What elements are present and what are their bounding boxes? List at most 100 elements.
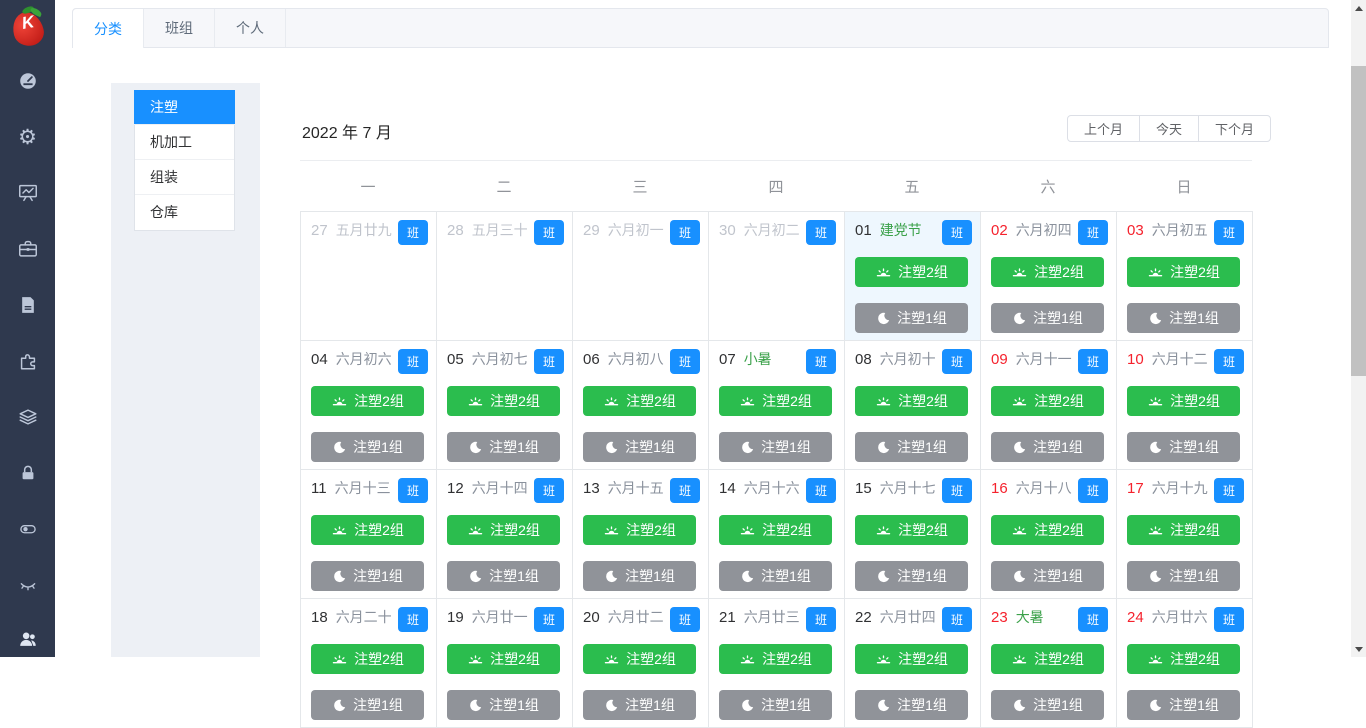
day-shift-button[interactable]: 注塑2组: [447, 644, 560, 675]
day-shift-button[interactable]: 注塑2组: [991, 257, 1104, 288]
day-shift-button[interactable]: 注塑2组: [719, 644, 832, 675]
day-shift-button[interactable]: 注塑2组: [1127, 257, 1240, 288]
shift-badge[interactable]: 班: [1078, 607, 1108, 632]
calendar-cell[interactable]: 01 建党节 班注塑2组 注塑1组: [845, 212, 981, 341]
shift-badge[interactable]: 班: [806, 220, 836, 245]
night-shift-button[interactable]: 注塑1组: [991, 432, 1104, 463]
shift-badge[interactable]: 班: [942, 607, 972, 632]
tab-分类[interactable]: 分类: [73, 9, 144, 48]
shift-badge[interactable]: 班: [534, 349, 564, 374]
prev-month-button[interactable]: 上个月: [1067, 115, 1141, 142]
night-shift-button[interactable]: 注塑1组: [583, 561, 696, 592]
shift-badge[interactable]: 班: [806, 607, 836, 632]
shift-badge[interactable]: 班: [398, 349, 428, 374]
shift-badge[interactable]: 班: [670, 607, 700, 632]
calendar-cell[interactable]: 21 六月廿三班注塑2组 注塑1组: [709, 599, 845, 728]
scroll-up-arrow-icon[interactable]: [1351, 0, 1366, 16]
calendar-cell[interactable]: 20 六月廿二班注塑2组 注塑1组: [573, 599, 709, 728]
night-shift-button[interactable]: 注塑1组: [991, 561, 1104, 592]
day-shift-button[interactable]: 注塑2组: [583, 644, 696, 675]
category-item-仓库[interactable]: 仓库: [135, 195, 234, 230]
scrollbar-thumb[interactable]: [1351, 66, 1366, 376]
day-shift-button[interactable]: 注塑2组: [991, 644, 1104, 675]
night-shift-button[interactable]: 注塑1组: [311, 432, 424, 463]
day-shift-button[interactable]: 注塑2组: [719, 515, 832, 546]
shift-badge[interactable]: 班: [1078, 478, 1108, 503]
calendar-cell[interactable]: 05 六月初七班注塑2组 注塑1组: [437, 341, 573, 470]
night-shift-button[interactable]: 注塑1组: [447, 690, 560, 721]
calendar-cell[interactable]: 30 六月初二班: [709, 212, 845, 341]
day-shift-button[interactable]: 注塑2组: [991, 386, 1104, 417]
calendar-cell[interactable]: 23 大暑 班注塑2组 注塑1组: [981, 599, 1117, 728]
shift-badge[interactable]: 班: [534, 607, 564, 632]
today-button[interactable]: 今天: [1139, 115, 1200, 142]
calendar-cell[interactable]: 15 六月十七班注塑2组 注塑1组: [845, 470, 981, 599]
calendar-cell[interactable]: 24 六月廿六班注塑2组 注塑1组: [1117, 599, 1253, 728]
eye-closed-icon[interactable]: [0, 572, 55, 598]
app-logo[interactable]: K: [8, 3, 48, 50]
scroll-down-arrow-icon[interactable]: [1351, 641, 1366, 657]
night-shift-button[interactable]: 注塑1组: [991, 690, 1104, 721]
calendar-cell[interactable]: 12 六月十四班注塑2组 注塑1组: [437, 470, 573, 599]
day-shift-button[interactable]: 注塑2组: [1127, 644, 1240, 675]
night-shift-button[interactable]: 注塑1组: [719, 432, 832, 463]
night-shift-button[interactable]: 注塑1组: [719, 561, 832, 592]
dashboard-icon[interactable]: [0, 68, 55, 94]
calendar-cell[interactable]: 06 六月初八班注塑2组 注塑1组: [573, 341, 709, 470]
night-shift-button[interactable]: 注塑1组: [447, 561, 560, 592]
calendar-cell[interactable]: 29 六月初一班: [573, 212, 709, 341]
night-shift-button[interactable]: 注塑1组: [583, 690, 696, 721]
calendar-cell[interactable]: 17 六月十九班注塑2组 注塑1组: [1117, 470, 1253, 599]
day-shift-button[interactable]: 注塑2组: [991, 515, 1104, 546]
night-shift-button[interactable]: 注塑1组: [1127, 432, 1240, 463]
night-shift-button[interactable]: 注塑1组: [991, 303, 1104, 334]
shift-badge[interactable]: 班: [1078, 349, 1108, 374]
calendar-cell[interactable]: 04 六月初六班注塑2组 注塑1组: [301, 341, 437, 470]
night-shift-button[interactable]: 注塑1组: [855, 303, 968, 334]
calendar-cell[interactable]: 11 六月十三班注塑2组 注塑1组: [301, 470, 437, 599]
category-item-组装[interactable]: 组装: [135, 160, 234, 195]
calendar-cell[interactable]: 08 六月初十班注塑2组 注塑1组: [845, 341, 981, 470]
tab-班组[interactable]: 班组: [144, 9, 215, 47]
shift-badge[interactable]: 班: [670, 349, 700, 374]
day-shift-button[interactable]: 注塑2组: [311, 386, 424, 417]
day-shift-button[interactable]: 注塑2组: [311, 515, 424, 546]
calendar-cell[interactable]: 10 六月十二班注塑2组 注塑1组: [1117, 341, 1253, 470]
day-shift-button[interactable]: 注塑2组: [855, 644, 968, 675]
day-shift-button[interactable]: 注塑2组: [447, 386, 560, 417]
shift-badge[interactable]: 班: [806, 349, 836, 374]
shift-badge[interactable]: 班: [942, 478, 972, 503]
shift-badge[interactable]: 班: [398, 478, 428, 503]
tab-个人[interactable]: 个人: [215, 9, 286, 47]
night-shift-button[interactable]: 注塑1组: [311, 690, 424, 721]
day-shift-button[interactable]: 注塑2组: [447, 515, 560, 546]
calendar-cell[interactable]: 22 六月廿四班注塑2组 注塑1组: [845, 599, 981, 728]
night-shift-button[interactable]: 注塑1组: [855, 432, 968, 463]
next-month-button[interactable]: 下个月: [1198, 115, 1272, 142]
shift-badge[interactable]: 班: [1078, 220, 1108, 245]
shift-badge[interactable]: 班: [942, 349, 972, 374]
shift-badge[interactable]: 班: [942, 220, 972, 245]
presentation-icon[interactable]: [0, 180, 55, 206]
shift-badge[interactable]: 班: [534, 220, 564, 245]
day-shift-button[interactable]: 注塑2组: [1127, 386, 1240, 417]
toggle-icon[interactable]: [0, 516, 55, 542]
night-shift-button[interactable]: 注塑1组: [855, 690, 968, 721]
shift-badge[interactable]: 班: [806, 478, 836, 503]
puzzle-icon[interactable]: [0, 348, 55, 374]
day-shift-button[interactable]: 注塑2组: [583, 386, 696, 417]
category-item-机加工[interactable]: 机加工: [135, 125, 234, 160]
calendar-cell[interactable]: 27 五月廿九班: [301, 212, 437, 341]
document-icon[interactable]: [0, 292, 55, 318]
night-shift-button[interactable]: 注塑1组: [1127, 303, 1240, 334]
night-shift-button[interactable]: 注塑1组: [1127, 690, 1240, 721]
calendar-cell[interactable]: 09 六月十一班注塑2组 注塑1组: [981, 341, 1117, 470]
day-shift-button[interactable]: 注塑2组: [583, 515, 696, 546]
calendar-cell[interactable]: 14 六月十六班注塑2组 注塑1组: [709, 470, 845, 599]
vertical-scrollbar[interactable]: [1351, 0, 1366, 657]
calendar-cell[interactable]: 07 小暑 班注塑2组 注塑1组: [709, 341, 845, 470]
calendar-cell[interactable]: 03 六月初五班注塑2组 注塑1组: [1117, 212, 1253, 341]
briefcase-icon[interactable]: [0, 236, 55, 262]
calendar-cell[interactable]: 16 六月十八班注塑2组 注塑1组: [981, 470, 1117, 599]
shift-badge[interactable]: 班: [1214, 607, 1244, 632]
